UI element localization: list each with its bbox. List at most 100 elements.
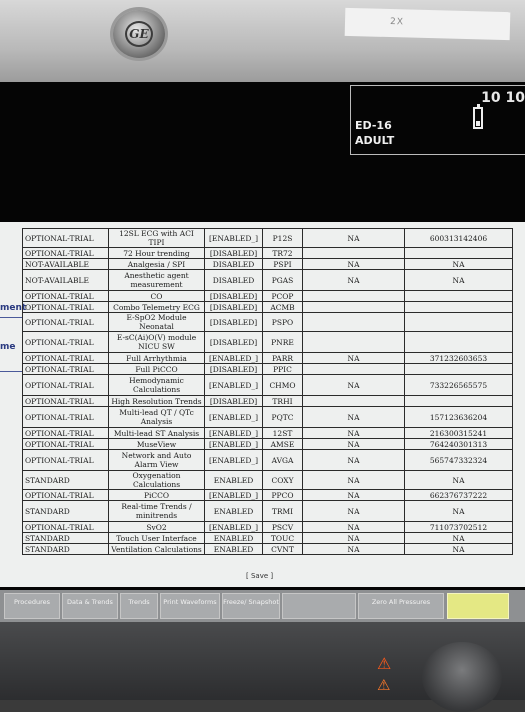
- key-cell[interactable]: [404, 331, 513, 353]
- table-row[interactable]: OPTIONAL-TRIAL Multi-lead QT / QTc Analys…: [22, 406, 513, 428]
- enabled-state-cell[interactable]: [DISABLED]: [204, 312, 263, 332]
- table-row[interactable]: OPTIONAL-TRIAL E-SpO2 Module Neonatal [DIS…: [22, 312, 513, 332]
- table-row[interactable]: OPTIONAL-TRIAL MuseView [ENABLED_] AMSE NA 76…: [22, 438, 513, 450]
- option-code-cell: ACMB: [262, 301, 303, 313]
- key-cell[interactable]: [404, 301, 513, 313]
- table-row[interactable]: OPTIONAL-TRIAL High Resolution Trends [DIS…: [22, 395, 513, 407]
- na-cell: [302, 331, 405, 353]
- enabled-state-cell[interactable]: DISABLED: [204, 269, 263, 291]
- enabled-state-cell[interactable]: [DISABLED]: [204, 331, 263, 353]
- key-cell[interactable]: [404, 363, 513, 375]
- table-row[interactable]: OPTIONAL-TRIAL E-sC(Ai)O(V) module NICU S…: [22, 331, 513, 353]
- key-cell[interactable]: 157123636204: [404, 406, 513, 428]
- table-row[interactable]: NOT-AVAILABLE Anesthetic agent measuremen…: [22, 269, 513, 291]
- enabled-state-cell[interactable]: [ENABLED_]: [204, 374, 263, 396]
- enabled-state-cell[interactable]: [ENABLED_]: [204, 438, 263, 450]
- table-row[interactable]: OPTIONAL-TRIAL 72 Hour trending [DISABLED]…: [22, 247, 513, 259]
- table-row[interactable]: OPTIONAL-TRIAL CO [DISABLED] PCOP: [22, 290, 513, 302]
- na-cell: NA: [302, 543, 405, 555]
- table-row[interactable]: OPTIONAL-TRIAL SvO2 [ENABLED_] PSCV NA 711073…: [22, 521, 513, 533]
- softkey-8[interactable]: [447, 593, 509, 619]
- enabled-state-cell[interactable]: [DISABLED]: [204, 301, 263, 313]
- key-cell[interactable]: NA: [404, 532, 513, 544]
- softkey-4[interactable]: Print Waveforms: [160, 593, 220, 619]
- table-row[interactable]: OPTIONAL-TRIAL PiCCO [ENABLED_] PPCO NA 66237…: [22, 489, 513, 501]
- enabled-state-cell[interactable]: [ENABLED_]: [204, 352, 263, 364]
- softkey-3[interactable]: Trends: [120, 593, 158, 619]
- status-cell: STANDARD: [22, 532, 109, 544]
- key-cell[interactable]: 565747332324: [404, 449, 513, 471]
- trim-knob[interactable]: [422, 642, 502, 712]
- na-cell: NA: [302, 500, 405, 522]
- na-cell: [302, 247, 405, 259]
- key-cell[interactable]: NA: [404, 470, 513, 490]
- key-cell[interactable]: NA: [404, 269, 513, 291]
- key-cell[interactable]: 733226565575: [404, 374, 513, 396]
- alarm-silence-icon: ⚠: [377, 676, 391, 694]
- enabled-state-cell[interactable]: [DISABLED]: [204, 290, 263, 302]
- softkey-1[interactable]: Procedures: [4, 593, 60, 619]
- enabled-state-cell[interactable]: ENABLED: [204, 543, 263, 555]
- enabled-state-cell[interactable]: [ENABLED_]: [204, 406, 263, 428]
- table-row[interactable]: STANDARD Real-time Trends / minitrends ENA…: [22, 500, 513, 522]
- enabled-state-cell[interactable]: [DISABLED]: [204, 247, 263, 259]
- table-row[interactable]: OPTIONAL-TRIAL Hemodynamic Calculations [E…: [22, 374, 513, 396]
- enabled-state-cell[interactable]: DISABLED: [204, 258, 263, 270]
- side-nav-label-2[interactable]: me: [0, 342, 15, 352]
- table-row[interactable]: OPTIONAL-TRIAL 12SL ECG with ACI TIPI [ENA…: [22, 228, 513, 248]
- softkey-7[interactable]: Zero All Pressures: [358, 593, 444, 619]
- softkey-5[interactable]: Freeze/ Snapshot: [222, 593, 280, 619]
- key-cell[interactable]: [404, 247, 513, 259]
- enabled-state-cell[interactable]: ENABLED: [204, 470, 263, 490]
- enabled-state-cell[interactable]: [ENABLED_]: [204, 228, 263, 248]
- option-code-cell: TOUC: [262, 532, 303, 544]
- key-cell[interactable]: 371232603653: [404, 352, 513, 364]
- enabled-state-cell[interactable]: [ENABLED_]: [204, 489, 263, 501]
- key-cell[interactable]: [404, 395, 513, 407]
- table-row[interactable]: STANDARD Oxygenation Calculations ENABLED C…: [22, 470, 513, 490]
- save-button[interactable]: [ Save ]: [246, 572, 273, 580]
- enabled-state-cell[interactable]: [ENABLED_]: [204, 521, 263, 533]
- key-cell[interactable]: 711073702512: [404, 521, 513, 533]
- table-row[interactable]: OPTIONAL-TRIAL Combo Telemetry ECG [DISABL…: [22, 301, 513, 313]
- option-code-cell: TRMI: [262, 500, 303, 522]
- key-cell[interactable]: 216300315241: [404, 427, 513, 439]
- key-cell[interactable]: 600313142406: [404, 228, 513, 248]
- enabled-state-cell[interactable]: ENABLED: [204, 500, 263, 522]
- enabled-state-cell[interactable]: [ENABLED_]: [204, 427, 263, 439]
- table-row[interactable]: NOT-AVAILABLE Analgesia / SPI DISABLED PSPI…: [22, 258, 513, 270]
- enabled-state-cell[interactable]: [DISABLED]: [204, 363, 263, 375]
- sticker-text: 2X: [389, 17, 405, 28]
- side-nav-divider: [0, 371, 22, 372]
- table-row[interactable]: STANDARD Touch User Interface ENABLED TOUC N…: [22, 532, 513, 544]
- option-name-cell: Hemodynamic Calculations: [108, 374, 205, 396]
- softkey-6[interactable]: [282, 593, 356, 619]
- key-cell[interactable]: 662376737222: [404, 489, 513, 501]
- enabled-state-cell[interactable]: [DISABLED]: [204, 395, 263, 407]
- key-cell[interactable]: [404, 290, 513, 302]
- enabled-state-cell[interactable]: ENABLED: [204, 532, 263, 544]
- key-cell[interactable]: NA: [404, 543, 513, 555]
- option-code-cell: PQTC: [262, 406, 303, 428]
- table-row[interactable]: OPTIONAL-TRIAL Network and Auto Alarm Vie…: [22, 449, 513, 471]
- option-code-cell: PPIC: [262, 363, 303, 375]
- option-code-cell: TRHI: [262, 395, 303, 407]
- key-cell[interactable]: NA: [404, 258, 513, 270]
- patient-info: ED-16 ADULT: [355, 118, 394, 148]
- key-cell[interactable]: 764240301313: [404, 438, 513, 450]
- status-cell: OPTIONAL-TRIAL: [22, 301, 109, 313]
- key-cell[interactable]: NA: [404, 500, 513, 522]
- enabled-state-cell[interactable]: [ENABLED_]: [204, 449, 263, 471]
- softkey-2[interactable]: Data & Trends: [62, 593, 118, 619]
- table-row[interactable]: OPTIONAL-TRIAL Full Arrhythmia [ENABLED_] P…: [22, 352, 513, 364]
- table-row[interactable]: OPTIONAL-TRIAL Multi-lead ST Analysis [ENA…: [22, 427, 513, 439]
- status-cell: OPTIONAL-TRIAL: [22, 438, 109, 450]
- status-cell: OPTIONAL-TRIAL: [22, 331, 109, 353]
- key-cell[interactable]: [404, 312, 513, 332]
- option-code-cell: PPCO: [262, 489, 303, 501]
- option-name-cell: Ventilation Calculations: [108, 543, 205, 555]
- table-row[interactable]: OPTIONAL-TRIAL Full PiCCO [DISABLED] PPIC: [22, 363, 513, 375]
- table-row[interactable]: STANDARD Ventilation Calculations ENABLED C…: [22, 543, 513, 555]
- option-code-cell: TR72: [262, 247, 303, 259]
- option-name-cell: Multi-lead ST Analysis: [108, 427, 205, 439]
